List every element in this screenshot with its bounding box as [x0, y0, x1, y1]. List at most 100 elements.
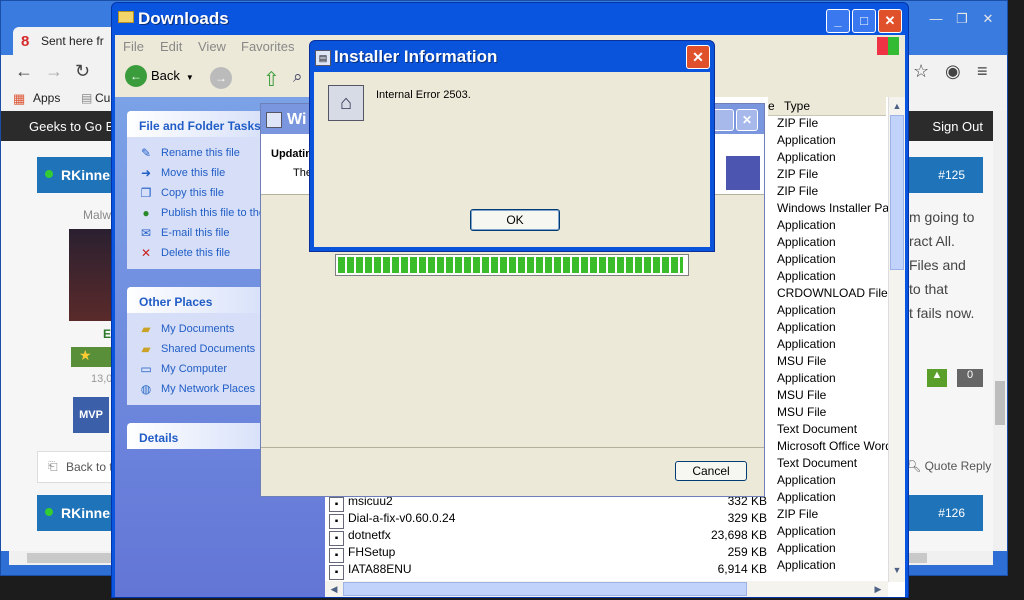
- file-horizontal-scrollbar[interactable]: ◀ ▶: [325, 581, 888, 597]
- scroll-up-icon[interactable]: ▲: [890, 99, 904, 113]
- upvote-icon[interactable]: ▲: [927, 369, 947, 387]
- bookmark-cu[interactable]: Cu: [95, 91, 110, 105]
- type-text: Text Document: [777, 422, 858, 436]
- installer-information-dialog: ▤ Installer Information ✕ ⌂ Internal Err…: [309, 40, 715, 252]
- post-line: to that: [909, 281, 948, 297]
- place-label: Shared Documents: [161, 343, 256, 355]
- apps-grid-icon[interactable]: ▦: [13, 91, 25, 107]
- scroll-thumb[interactable]: [343, 582, 747, 596]
- author-label: E: [103, 327, 112, 341]
- file-vertical-scrollbar[interactable]: ▲ ▼: [888, 97, 905, 582]
- file-name-text: dotnetfx: [348, 528, 391, 542]
- maximize-button[interactable]: [712, 109, 734, 131]
- back-button[interactable]: ← Back ▼: [125, 65, 194, 87]
- type-text: ZIP File: [777, 507, 819, 521]
- close-button[interactable]: ✕: [686, 45, 710, 69]
- error-message: Internal Error 2503.: [376, 89, 471, 101]
- email-icon: ✉: [140, 226, 152, 240]
- file-name: ▪ dotnetfx: [329, 528, 649, 546]
- file-icon: ▪: [329, 514, 344, 529]
- publish-icon: ●: [142, 206, 150, 220]
- menu-file[interactable]: File: [123, 39, 144, 54]
- quote-reply-button[interactable]: 🔍︎ Quote Reply: [906, 459, 991, 473]
- scroll-thumb[interactable]: [995, 381, 1005, 425]
- type-column-header[interactable]: Type: [774, 97, 886, 116]
- browser-tab[interactable]: 8 Sent here fr: [13, 27, 123, 55]
- menu-icon[interactable]: ≡: [977, 61, 988, 82]
- task-label: Rename this file: [161, 147, 240, 159]
- scroll-down-icon[interactable]: ▼: [890, 563, 904, 577]
- file-name-text: IATA88ENU: [348, 562, 412, 576]
- cancel-button[interactable]: Cancel: [675, 461, 747, 481]
- installer-icon: [266, 112, 282, 128]
- forward-arrow-icon[interactable]: →: [45, 61, 63, 82]
- file-size: 6,914 KB: [717, 562, 767, 576]
- scroll-right-icon[interactable]: ▶: [871, 582, 885, 596]
- scroll-left-icon[interactable]: ◀: [327, 582, 341, 596]
- progress-bar: [335, 254, 689, 276]
- type-text: Application: [777, 371, 836, 385]
- task-label: Copy this file: [161, 187, 224, 199]
- menu-edit[interactable]: Edit: [160, 39, 182, 54]
- scroll-thumb[interactable]: [890, 115, 904, 270]
- file-name: ▪ FHSetup: [329, 545, 649, 563]
- close-button[interactable]: ✕: [878, 9, 902, 33]
- type-text: CRDOWNLOAD File: [777, 286, 888, 300]
- dropdown-arrow-icon[interactable]: ▼: [186, 73, 194, 82]
- type-text: Application: [777, 320, 836, 334]
- back-to-button[interactable]: ⎗ Back to t: [37, 451, 119, 483]
- type-text: Application: [777, 558, 836, 572]
- menu-favorites[interactable]: Favorites: [241, 39, 294, 54]
- type-text: Application: [777, 337, 836, 351]
- type-header-text: Type: [784, 99, 811, 113]
- folder-icon: ▰: [141, 322, 151, 336]
- file-name-text: FHSetup: [348, 545, 396, 559]
- file-icon: ▪: [329, 497, 344, 512]
- type-text: MSU File: [777, 388, 827, 402]
- close-button[interactable]: ✕: [736, 109, 758, 131]
- extension-icon[interactable]: ◉: [945, 61, 961, 82]
- bookmark-apps[interactable]: Apps: [33, 91, 60, 105]
- restore-icon[interactable]: ❐: [949, 11, 975, 27]
- post-number[interactable]: #126: [938, 506, 965, 520]
- puzzle-logo-icon: [726, 156, 760, 190]
- file-row[interactable]: ▪ dotnetfx 23,698 KB: [327, 528, 767, 546]
- rename-icon: ✎: [140, 146, 152, 160]
- sign-out-link[interactable]: Sign Out: [932, 119, 983, 134]
- task-label: Delete this file: [161, 247, 231, 259]
- file-row[interactable]: ▪ Dial-a-fix-v0.60.0.24 329 KB: [327, 511, 767, 529]
- place-label: My Computer: [161, 363, 228, 375]
- menu-view[interactable]: View: [198, 39, 226, 54]
- post-author[interactable]: RKinner: [61, 167, 115, 183]
- type-text: Application: [777, 303, 836, 317]
- up-folder-icon[interactable]: ⇧: [263, 67, 283, 91]
- place-label: My Documents: [161, 323, 235, 335]
- file-row[interactable]: ▪ FHSetup 259 KB: [327, 545, 767, 563]
- site-brand[interactable]: Geeks to Go Bl: [29, 119, 117, 134]
- online-status-icon: [45, 508, 53, 516]
- installer-icon: ▤: [315, 50, 331, 66]
- minimize-icon[interactable]: —: [923, 11, 949, 27]
- reload-icon[interactable]: ↻: [75, 61, 90, 82]
- forward-button[interactable]: →: [210, 67, 232, 89]
- page-vertical-scrollbar[interactable]: [993, 111, 1007, 551]
- folder-icon: [118, 11, 134, 23]
- type-text: Text Document: [777, 456, 858, 470]
- task-label: E-mail this file: [161, 227, 230, 239]
- back-arrow-icon[interactable]: ←: [15, 61, 33, 82]
- installer-package-icon: ⌂: [328, 85, 364, 121]
- type-text: Application: [777, 235, 836, 249]
- file-name-text: Dial-a-fix-v0.60.0.24: [348, 511, 456, 525]
- type-text: Application: [777, 150, 836, 164]
- ok-button[interactable]: OK: [470, 209, 560, 231]
- computer-icon: ▭: [140, 362, 152, 376]
- close-icon[interactable]: ✕: [975, 11, 1001, 27]
- type-text: Application: [777, 218, 836, 232]
- file-row[interactable]: ▪ IATA88ENU 6,914 KB: [327, 562, 767, 580]
- file-size: 259 KB: [727, 545, 767, 559]
- maximize-button[interactable]: □: [852, 9, 876, 33]
- bookmark-star-icon[interactable]: ☆: [913, 61, 929, 82]
- minimize-button[interactable]: _: [826, 9, 850, 33]
- post-number[interactable]: #125: [938, 168, 965, 182]
- post-author[interactable]: RKinner: [61, 505, 115, 521]
